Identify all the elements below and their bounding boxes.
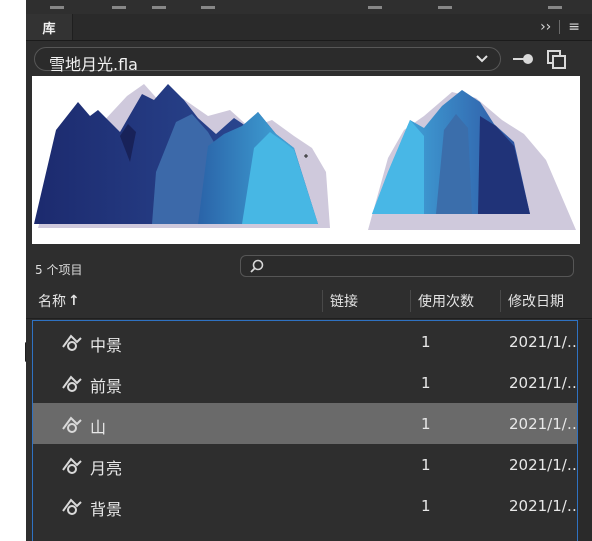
library-table-header: 名称 ↑ 链接 使用次数 修改日期	[26, 284, 592, 319]
overflow-icon[interactable]: ››	[540, 19, 551, 35]
toolbar-icon-partial	[50, 0, 64, 9]
pin-library-icon[interactable]	[512, 50, 536, 68]
top-toolbar-strip	[26, 0, 592, 14]
toolbar-icon-partial	[548, 0, 562, 9]
new-library-panel-icon[interactable]	[546, 49, 568, 69]
table-row[interactable]: 中景 1 2021/1/…	[33, 321, 577, 362]
column-usecount-label: 使用次数	[418, 294, 474, 310]
graphic-symbol-icon	[61, 456, 83, 474]
item-count: 5 个项目	[35, 263, 83, 277]
chevron-down-icon	[474, 51, 490, 67]
column-linkage-header[interactable]: 链接	[330, 284, 358, 318]
table-row[interactable]: 月亮 1 2021/1/…	[33, 444, 577, 485]
column-divider	[500, 290, 501, 312]
column-usecount-header[interactable]: 使用次数	[418, 284, 474, 318]
item-modified-date: 2021/1/…	[509, 456, 577, 474]
item-use-count: 1	[421, 415, 431, 433]
panel-menu-controls: ›› ≡	[540, 14, 580, 40]
column-name-label: 名称	[38, 294, 66, 310]
graphic-symbol-icon	[61, 333, 83, 351]
column-modified-header[interactable]: 修改日期	[508, 284, 564, 318]
sort-ascending-icon: ↑	[68, 293, 80, 309]
document-name: 雪地月光.fla	[49, 55, 138, 74]
list-scrollbar-track[interactable]	[578, 320, 592, 541]
table-row[interactable]: 背景 1 2021/1/…	[33, 485, 577, 526]
separator	[559, 20, 561, 34]
library-items-list[interactable]: 中景 1 2021/1/… 前景 1 2021/1/… 山 1 2021/1/……	[32, 320, 578, 541]
item-use-count: 1	[421, 333, 431, 351]
item-modified-date: 2021/1/…	[509, 333, 577, 351]
document-dropdown[interactable]: 雪地月光.fla	[34, 47, 501, 74]
item-name: 背景	[90, 500, 123, 519]
item-name: 前景	[90, 377, 123, 396]
document-selector-row: 雪地月光.fla	[34, 47, 584, 74]
screenshot-frame: 库 ›› ≡ 雪地月光.fla 5 个项目 名称 ↑ 链接 使用次数 修改日期 …	[0, 0, 592, 541]
tab-library[interactable]: 库	[26, 14, 73, 40]
toolbar-icon-partial	[201, 0, 215, 9]
mountain-preview-graphic	[34, 84, 576, 230]
toolbar-icon-partial	[368, 0, 382, 9]
item-use-count: 1	[421, 497, 431, 515]
library-count-and-search: 5 个项目	[35, 255, 585, 280]
graphic-symbol-icon	[61, 497, 83, 515]
toolbar-icon-partial	[112, 0, 126, 9]
search-input[interactable]	[271, 258, 561, 274]
item-name: 山	[90, 418, 107, 437]
toolbar-icon-partial	[438, 0, 452, 9]
item-modified-date: 2021/1/…	[509, 374, 577, 392]
search-icon	[249, 259, 265, 275]
graphic-symbol-icon	[61, 415, 83, 433]
column-name-header[interactable]: 名称 ↑	[38, 284, 80, 318]
toolbar-icon-partial	[152, 0, 166, 9]
tab-library-label: 库	[42, 21, 56, 37]
left-margin	[0, 0, 26, 541]
panel-tabbar: 库 ›› ≡	[26, 14, 592, 41]
library-panel: 库 ›› ≡ 雪地月光.fla 5 个项目 名称 ↑ 链接 使用次数 修改日期 …	[26, 14, 592, 541]
item-use-count: 1	[421, 456, 431, 474]
table-row[interactable]: 前景 1 2021/1/…	[33, 362, 577, 403]
item-name: 月亮	[90, 459, 123, 478]
column-divider	[410, 290, 411, 312]
column-divider	[322, 290, 323, 312]
column-linkage-label: 链接	[330, 294, 358, 310]
panel-menu-icon[interactable]: ≡	[568, 19, 580, 35]
item-name: 中景	[90, 336, 123, 355]
library-search[interactable]	[240, 255, 574, 277]
item-modified-date: 2021/1/…	[509, 497, 577, 515]
item-modified-date: 2021/1/…	[509, 415, 577, 433]
table-row-selected[interactable]: 山 1 2021/1/…	[33, 403, 577, 444]
item-use-count: 1	[421, 374, 431, 392]
graphic-symbol-icon	[61, 374, 83, 392]
symbol-preview	[32, 76, 580, 244]
column-modified-label: 修改日期	[508, 294, 564, 310]
